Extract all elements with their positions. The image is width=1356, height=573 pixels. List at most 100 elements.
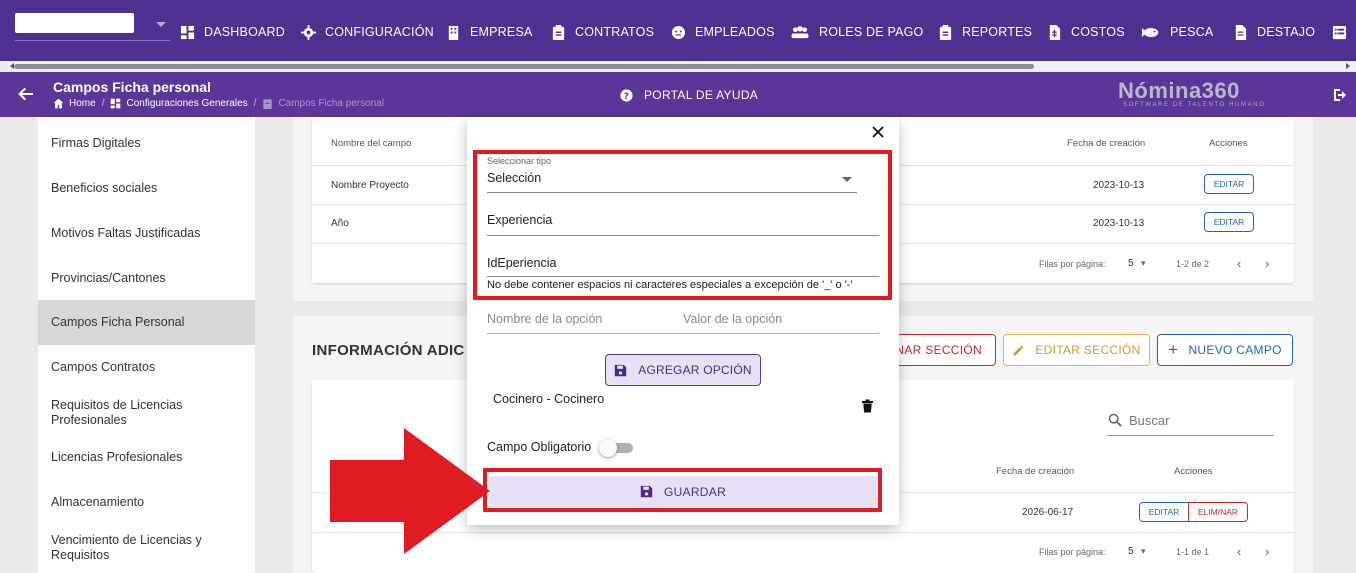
search-input[interactable]: Buscar <box>1129 413 1169 428</box>
fish-icon <box>1141 27 1159 37</box>
chevron-right-icon[interactable]: › <box>1265 256 1269 271</box>
add-option-label: AGREGAR OPCIÓN <box>638 363 752 377</box>
edit-button[interactable]: EDITAR <box>1204 174 1254 194</box>
option-list-item: Cocinero - Cocinero <box>493 392 605 406</box>
required-toggle-knob[interactable] <box>599 439 617 457</box>
sidebar-item-campos-contratos[interactable]: Campos Contratos <box>38 352 255 382</box>
option-name-input[interactable]: Nombre de la opción <box>487 312 602 326</box>
edit-section-button[interactable]: EDITAR SECCIÓN <box>1003 334 1150 366</box>
sidebar-item-licencias[interactable]: Licencias Profesionales <box>38 442 255 472</box>
brand-logo: Nómina360 <box>1118 78 1240 103</box>
required-toggle-label: Campo Obligatorio <box>487 440 592 454</box>
face-icon <box>671 25 686 39</box>
dashboard-icon <box>180 25 195 39</box>
new-field-button[interactable]: + NUEVO CAMPO <box>1157 334 1293 366</box>
highlight-box <box>483 468 882 512</box>
sidebar-item-requisitos[interactable]: Requisitos de Licencias Profesionales <box>38 397 255 429</box>
table-cell-date: 2026-06-17 <box>1022 507 1074 518</box>
company-select-underline <box>15 40 170 41</box>
nav-empleados[interactable]: EMPLEADOS <box>671 22 775 42</box>
sidebar-item-campos-ficha[interactable]: Campos Ficha Personal <box>38 300 255 345</box>
scrollbar-thumb[interactable] <box>14 64 1034 69</box>
chevron-down-icon[interactable]: ▾ <box>1141 546 1146 557</box>
edit-button[interactable]: EDITAR <box>1139 502 1189 522</box>
rows-per-page-select[interactable]: 5 <box>1128 258 1134 269</box>
scroll-left-icon[interactable] <box>10 63 14 69</box>
pagination-range: 1-2 de 2 <box>1176 259 1210 269</box>
logout-icon[interactable] <box>1332 87 1348 103</box>
edit-section-label: EDITAR SECCIÓN <box>1035 343 1141 357</box>
scroll-right-icon[interactable] <box>1346 63 1350 69</box>
arrow-left-icon[interactable] <box>18 86 34 102</box>
nav-label: CONFIGURACIÓN <box>325 25 434 39</box>
nav-dashboard[interactable]: DASHBOARD <box>180 22 285 42</box>
dashboard-icon <box>111 98 121 109</box>
chevron-left-icon[interactable]: ‹ <box>1237 544 1241 559</box>
trash-icon[interactable] <box>861 399 874 413</box>
plus-icon: + <box>1168 340 1179 359</box>
nav-empresa[interactable]: EMPRESA <box>446 22 533 42</box>
sidebar-item-firmas[interactable]: Firmas Digitales <box>38 128 255 158</box>
sidebar-item-motivos[interactable]: Motivos Faltas Justificadas <box>38 218 255 248</box>
rows-per-page-select[interactable]: 5 <box>1128 546 1134 557</box>
top-navbar: DASHBOARD CONFIGURACIÓN EMPRESA CONTRATO… <box>0 0 1356 61</box>
nav-configuracion[interactable]: CONFIGURACIÓN <box>301 22 434 42</box>
breadcrumb-current: Campos Ficha personal <box>278 98 385 109</box>
list-icon <box>1332 25 1347 39</box>
chevron-left-icon[interactable]: ‹ <box>1237 256 1241 271</box>
breadcrumb-home[interactable]: Home <box>69 98 96 109</box>
svg-text:?: ? <box>624 91 629 101</box>
sidebar-item-provincias[interactable]: Provincias/Cantones <box>38 263 255 293</box>
nav-label: REPORTES <box>962 25 1033 39</box>
nav-more[interactable] <box>1332 22 1356 42</box>
close-icon[interactable] <box>871 125 885 139</box>
home-icon <box>53 98 64 109</box>
option-inputs-underline <box>487 333 879 334</box>
clipboard-icon <box>263 99 273 109</box>
nav-reportes[interactable]: REPORTES <box>938 22 1032 42</box>
nav-roles-de-pago[interactable]: ROLES DE PAGO <box>790 22 923 42</box>
chevron-down-icon[interactable]: ▾ <box>1141 258 1146 269</box>
rows-per-page-label: Filas por página: <box>1039 259 1106 269</box>
sidebar-item-almacenamiento[interactable]: Almacenamiento <box>38 487 255 517</box>
search-underline <box>1107 435 1274 436</box>
help-label: PORTAL DE AYUDA <box>644 88 759 102</box>
help-portal-link[interactable]: ? PORTAL DE AYUDA <box>620 88 758 102</box>
nav-label: EMPLEADOS <box>695 25 775 39</box>
nav-label: PESCA <box>1170 25 1214 39</box>
breadcrumb-separator: / <box>253 98 257 109</box>
nav-label: COSTOS <box>1071 25 1125 39</box>
table-cell-name: Nombre Proyecto <box>331 180 409 191</box>
search-icon <box>1108 413 1122 427</box>
breadcrumb: Home / Configuraciones Generales / Campo… <box>53 98 384 109</box>
nav-label: DESTAJO <box>1257 25 1316 39</box>
column-header-actions: Acciones <box>1209 138 1248 149</box>
chevron-right-icon[interactable]: › <box>1265 544 1269 559</box>
clipboard-icon <box>552 24 565 40</box>
company-select[interactable] <box>15 13 134 33</box>
chevron-down-icon[interactable] <box>156 22 166 27</box>
breadcrumb-config[interactable]: Configuraciones Generales <box>126 98 247 109</box>
brand-tagline: SOFTWARE DE TALENTO HUMANO <box>1123 102 1266 108</box>
sidebar-item-vencimiento[interactable]: Vencimiento de Licencias y Requisitos <box>38 532 255 564</box>
nav-contratos[interactable]: CONTRATOS <box>551 22 654 42</box>
add-option-button[interactable]: AGREGAR OPCIÓN <box>605 354 761 386</box>
option-value-input[interactable]: Valor de la opción <box>683 312 782 326</box>
edit-button[interactable]: EDITAR <box>1204 212 1254 232</box>
column-header-name: Nombre del campo <box>331 138 412 149</box>
nav-label: CONTRATOS <box>575 25 655 39</box>
clipboard-icon <box>939 24 952 40</box>
nav-pesca[interactable]: PESCA <box>1141 22 1213 42</box>
pagination-range: 1-1 de 1 <box>1176 547 1210 557</box>
highlight-box <box>473 150 892 300</box>
page-title: Campos Ficha personal <box>53 79 211 95</box>
table-cell-name: Año <box>331 218 349 229</box>
delete-button[interactable]: ELIMINAR <box>1188 502 1248 522</box>
table-cell-date: 2023-10-13 <box>1093 180 1145 191</box>
nav-costos[interactable]: COSTOS <box>1047 22 1125 42</box>
nav-label: EMPRESA <box>470 25 533 39</box>
sidebar-item-beneficios[interactable]: Beneficios sociales <box>38 173 255 203</box>
people-icon <box>791 25 809 38</box>
nav-destajo[interactable]: DESTAJO <box>1233 22 1315 42</box>
save-icon <box>615 364 627 376</box>
